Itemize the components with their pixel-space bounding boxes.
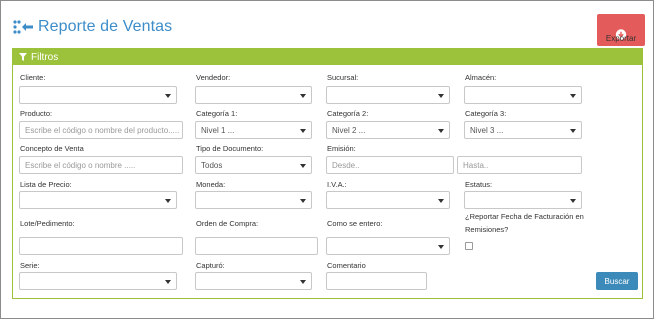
export-button[interactable]: Exportar (597, 14, 645, 46)
export-label: Exportar (605, 34, 637, 43)
categoria2-label: Categoría 2: (327, 109, 369, 118)
orden-compra-input[interactable] (195, 237, 318, 255)
serie-label: Serie: (20, 261, 40, 270)
reportar-fecha-checkbox[interactable] (465, 242, 473, 250)
como-entero-select[interactable] (326, 237, 450, 255)
sucursal-select[interactable] (326, 86, 450, 104)
almacen-select[interactable] (464, 86, 582, 104)
reportar-fecha-label-line2: Remisiones? (465, 225, 509, 234)
cliente-label: Cliente: (20, 73, 46, 82)
capturo-label: Capturó: (196, 261, 225, 270)
almacen-label: Almacén: (465, 73, 497, 82)
cliente-select[interactable] (19, 86, 177, 104)
iva-select[interactable] (326, 191, 450, 209)
producto-input[interactable]: Escribe el código o nombre del producto.… (19, 121, 183, 139)
moneda-label: Moneda: (196, 180, 226, 189)
iva-label: I.V.A.: (327, 180, 347, 189)
comentario-input[interactable] (326, 272, 427, 290)
emision-hasta-input[interactable]: Hasta.. (457, 156, 582, 174)
orden-compra-label: Orden de Compra: (196, 219, 259, 228)
emision-label: Emisión: (327, 144, 356, 153)
page-title: Reporte de Ventas (38, 18, 173, 35)
estatus-select[interactable] (464, 191, 582, 209)
vendedor-label: Vendedor: (196, 73, 231, 82)
sucursal-label: Sucursal: (327, 73, 359, 82)
estatus-label: Estatus: (465, 180, 493, 189)
page-header: Reporte de Ventas (12, 14, 172, 40)
categoria1-select[interactable]: Nivel 1 ... (195, 121, 312, 139)
filters-panel-header: Filtros (13, 49, 642, 65)
categoria1-label: Categoría 1: (196, 109, 238, 118)
filters-title: Filtros (31, 51, 59, 63)
concepto-input[interactable]: Escribe el código o nombre ..... (19, 156, 183, 174)
concepto-label: Concepto de Venta (20, 144, 84, 153)
lista-precio-label: Lista de Precio: (20, 180, 72, 189)
serie-select[interactable] (19, 272, 177, 290)
tipo-documento-label: Tipo de Documento: (196, 144, 264, 153)
lote-input[interactable] (19, 237, 183, 255)
vendedor-select[interactable] (195, 86, 312, 104)
reportar-fecha-label-line1: ¿Reportar Fecha de Facturación en (465, 212, 584, 221)
funnel-icon (19, 53, 27, 61)
lote-label: Lote/Pedimento: (20, 219, 75, 228)
producto-label: Producto: (20, 109, 53, 118)
categoria2-select[interactable]: Nivel 2 ... (326, 121, 450, 139)
lista-precio-select[interactable] (19, 191, 177, 209)
categoria3-label: Categoría 3: (465, 109, 507, 118)
capturo-select[interactable] (195, 272, 312, 290)
moneda-select[interactable] (195, 191, 312, 209)
tipo-documento-select[interactable]: Todos (195, 156, 312, 174)
arrows-icon (13, 20, 33, 34)
categoria3-select[interactable]: Nivel 3 ... (464, 121, 582, 139)
search-button[interactable]: Buscar (596, 272, 638, 290)
comentario-label: Comentario (327, 261, 366, 270)
como-entero-label: Como se entero: (327, 219, 383, 228)
emision-desde-input[interactable]: Desde.. (326, 156, 454, 174)
